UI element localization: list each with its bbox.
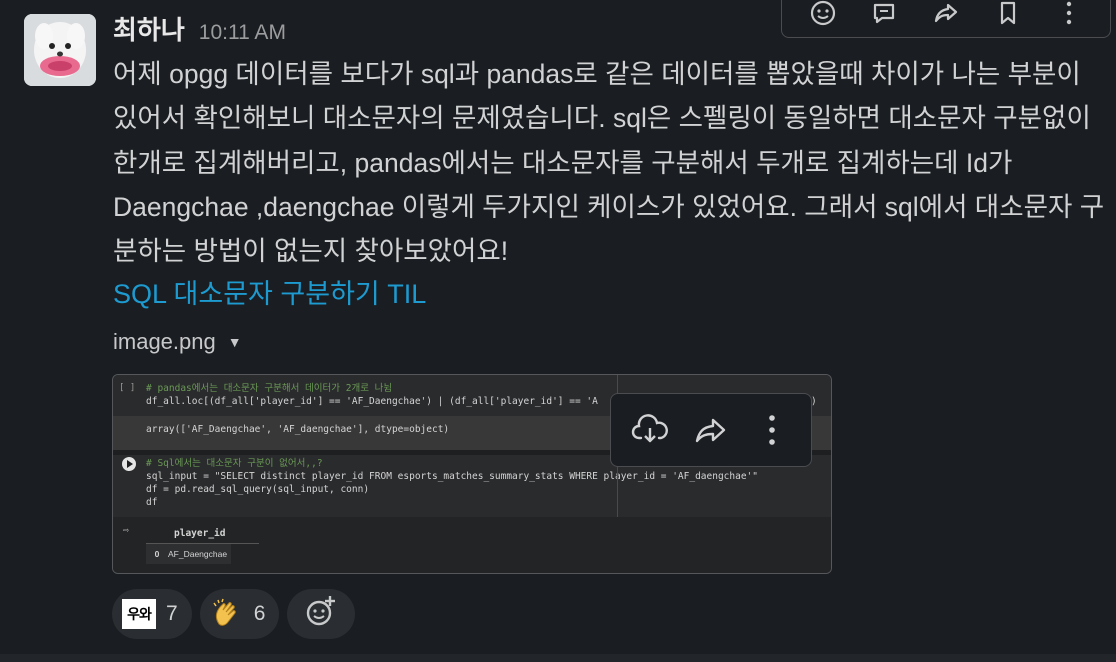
message-body: 어제 opgg 데이터를 보다가 sql과 pandas로 같은 데이터를 뽑았…: [113, 59, 1105, 267]
row-index: 0: [154, 549, 160, 559]
reactions-bar: 우와 7 6: [112, 589, 356, 639]
share-file-icon[interactable]: [689, 408, 733, 452]
til-link[interactable]: SQL 대소문자 구분하기 TIL: [113, 272, 426, 316]
message-header: 최하나 10:11 AM: [113, 10, 286, 46]
table-header: player_id: [146, 525, 259, 544]
more-actions-icon[interactable]: [1052, 0, 1086, 30]
cell1-comment: # pandas에서는 대소문자 구분해서 데이터가 2개로 나뉨: [146, 383, 393, 394]
timestamp[interactable]: 10:11 AM: [199, 21, 286, 45]
cell2-line3: df: [146, 497, 158, 508]
share-message-icon[interactable]: [929, 0, 963, 30]
file-name-label: image.png: [113, 329, 216, 354]
wow-emoji-icon: 우와: [122, 597, 156, 631]
file-name-toggle[interactable]: image.png ▼: [113, 329, 242, 355]
clap-hands-icon: [210, 597, 244, 631]
run-cell-icon: [122, 457, 136, 471]
cloud-download-icon[interactable]: [628, 408, 672, 452]
reply-thread-icon[interactable]: [867, 0, 901, 30]
dataframe-table: player_id 0 AF_Daengchae: [146, 525, 259, 564]
table-row: 0 AF_Daengchae: [146, 544, 231, 564]
cell-gutter: [ ]: [119, 383, 136, 393]
reaction-wow[interactable]: 우와 7: [112, 589, 192, 639]
reaction-count: 7: [166, 602, 178, 625]
row-value: AF_Daengchae: [168, 549, 228, 559]
reaction-count: 6: [253, 602, 266, 625]
cell2-line2: df = pd.read_sql_query(sql_input, conn): [146, 484, 370, 495]
file-actions-toolbar: [610, 393, 812, 467]
cell2-comment: # Sql에서는 대소문자 구분이 없어서,,?: [146, 458, 323, 469]
add-reaction-icon[interactable]: [806, 0, 840, 30]
bookmark-icon[interactable]: [991, 0, 1025, 30]
cell2-line1: sql_input = "SELECT distinct player_id F…: [146, 471, 758, 482]
cell1-code: df_all.loc[(df_all['player_id'] == 'AF_D…: [146, 396, 598, 407]
add-emoji-icon: [303, 593, 339, 635]
more-file-actions-icon[interactable]: [750, 408, 794, 452]
message-actions-toolbar: [781, 0, 1111, 38]
caret-down-icon: ▼: [227, 334, 242, 350]
avatar[interactable]: [24, 14, 96, 86]
username[interactable]: 최하나: [113, 10, 185, 47]
reaction-clap[interactable]: 6: [199, 589, 280, 639]
cell1-output: array(['AF_Daengchae', 'AF_daengchae'], …: [146, 424, 450, 435]
output-icon: ⇨: [123, 525, 130, 536]
add-reaction-button[interactable]: [287, 589, 356, 639]
bottom-divider: [0, 654, 1116, 662]
